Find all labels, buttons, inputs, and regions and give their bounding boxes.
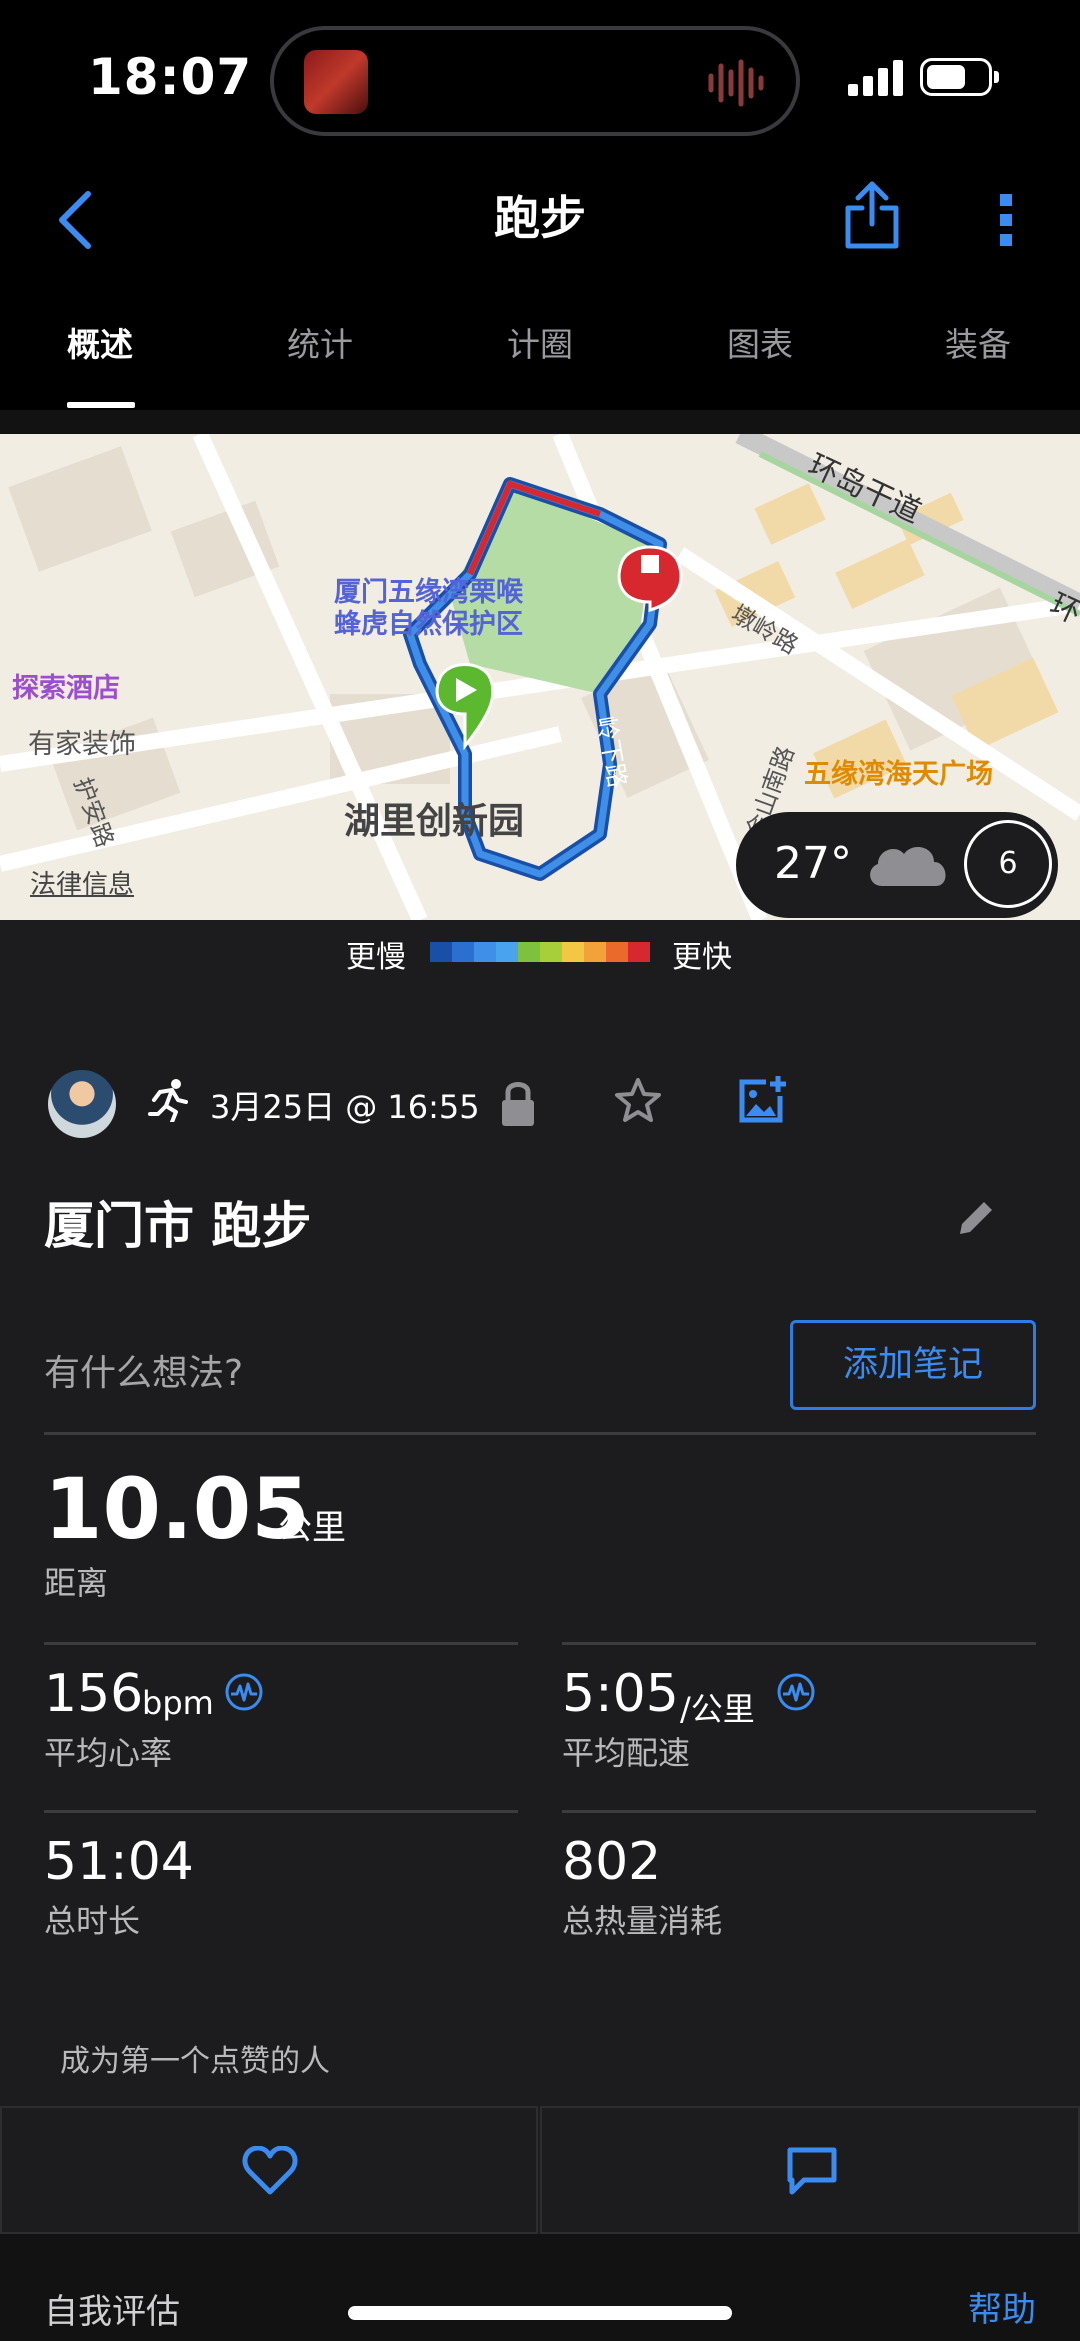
add-photo-icon[interactable] <box>736 1074 788 1126</box>
heart-rate-label: 平均心率 <box>44 1734 173 1772</box>
divider <box>44 1432 1036 1435</box>
wind-speed: 6 <box>964 820 1052 908</box>
heart-rate-value: 156 <box>44 1664 144 1724</box>
status-time: 18:07 <box>88 48 253 106</box>
legal-info-link[interactable]: 法律信息 <box>30 864 134 901</box>
pace-unit: /公里 <box>680 1690 755 1728</box>
map-label-park: 湖里创新园 <box>344 801 525 842</box>
self-evaluation-label[interactable]: 自我评估 <box>44 2284 180 2333</box>
activity-meta-row: 3月25日 @ 16:55 <box>0 1060 1080 1150</box>
active-tab-indicator <box>67 402 135 408</box>
speed-color-swatch <box>430 942 452 962</box>
speed-color-swatch <box>518 942 540 962</box>
add-note-button[interactable]: 添加笔记 <box>790 1320 1036 1410</box>
distance-label: 距离 <box>44 1564 109 1602</box>
pace-value: 5:05 <box>562 1664 679 1724</box>
pace-sensor-icon[interactable] <box>776 1672 816 1712</box>
status-bar: 18:07 <box>0 0 1080 160</box>
calories-value: 802 <box>562 1832 662 1892</box>
activity-date: 3月25日 @ 16:55 <box>210 1088 480 1126</box>
speed-color-swatch <box>496 942 518 962</box>
comment-button[interactable] <box>540 2106 1080 2234</box>
now-playing-artwork <box>304 50 368 114</box>
speed-color-swatch <box>562 942 584 962</box>
duration-value: 51:04 <box>44 1832 194 1892</box>
divider <box>44 1642 518 1645</box>
action-bar <box>0 2106 1080 2234</box>
speed-gradient-bar <box>430 942 650 962</box>
dynamic-island[interactable] <box>270 26 800 136</box>
heart-rate-sensor-icon[interactable] <box>224 1672 264 1712</box>
tab-stats[interactable]: 统计 <box>220 318 420 366</box>
footer: 自我评估 帮助 <box>0 2234 1080 2341</box>
nav-bar: 跑步 <box>0 160 1080 280</box>
section-divider <box>0 410 1080 434</box>
weather-badge: 27° 6 <box>736 812 1058 918</box>
battery-icon <box>920 58 999 96</box>
calories-label: 总热量消耗 <box>562 1902 723 1940</box>
likes-text: 成为第一个点赞的人 <box>60 2044 330 2079</box>
page-title: 跑步 <box>494 191 586 245</box>
speed-color-swatch <box>452 942 474 962</box>
avatar[interactable] <box>48 1070 116 1138</box>
home-indicator <box>348 2306 732 2320</box>
distance-value: 10.05 <box>44 1460 310 1558</box>
lock-icon[interactable] <box>498 1078 538 1128</box>
legend-fast-label: 更快 <box>672 940 732 975</box>
distance-unit: 公里 <box>278 1508 346 1548</box>
more-options-icon[interactable] <box>986 180 1026 260</box>
heart-icon <box>242 2146 298 2195</box>
map-label-decor: 有家装饰 <box>28 729 136 760</box>
speed-color-swatch <box>540 942 562 962</box>
like-button[interactable] <box>0 2106 538 2234</box>
tab-charts[interactable]: 图表 <box>660 318 860 366</box>
cloud-icon <box>870 847 946 886</box>
map-label-hotel: 探索酒店 <box>12 673 120 704</box>
speed-color-swatch <box>606 942 628 962</box>
legend-slow-label: 更慢 <box>346 940 406 975</box>
map-label-plaza: 五缘湾海天广场 <box>804 759 993 790</box>
weather-temperature: 27° <box>774 838 852 889</box>
divider <box>44 1810 518 1813</box>
star-icon[interactable] <box>614 1076 662 1124</box>
audio-waveform-icon <box>708 59 764 107</box>
map-label-reserve-2: 蜂虎自然保护区 <box>334 609 523 640</box>
running-icon <box>148 1079 188 1122</box>
route-map[interactable]: 厦门五缘湾栗喉 蜂虎自然保护区 探索酒店 有家装饰 湖里创新园 五缘湾海天广场 … <box>0 434 1080 920</box>
thoughts-placeholder[interactable]: 有什么想法? <box>44 1344 243 1396</box>
cellular-signal-icon <box>848 60 903 96</box>
share-icon[interactable] <box>840 174 904 254</box>
divider <box>562 1642 1036 1645</box>
speed-color-swatch <box>584 942 606 962</box>
duration-label: 总时长 <box>44 1902 141 1940</box>
divider <box>562 1810 1036 1813</box>
pace-label: 平均配速 <box>562 1734 691 1772</box>
speed-color-swatch <box>474 942 496 962</box>
help-link[interactable]: 帮助 <box>968 2282 1036 2331</box>
activity-title: 厦门市 跑步 <box>44 1197 312 1255</box>
tab-overview[interactable]: 概述 <box>0 318 200 366</box>
tab-gear[interactable]: 装备 <box>878 318 1078 366</box>
tab-laps[interactable]: 计圈 <box>440 318 640 366</box>
heart-rate-unit: bpm <box>142 1684 214 1722</box>
comment-icon <box>787 2147 837 2195</box>
speed-legend: 更慢 更快 <box>0 920 1080 982</box>
tab-bar: 概述 统计 计圈 图表 装备 <box>0 280 1080 410</box>
speed-color-swatch <box>628 942 650 962</box>
edit-icon[interactable] <box>956 1198 996 1238</box>
